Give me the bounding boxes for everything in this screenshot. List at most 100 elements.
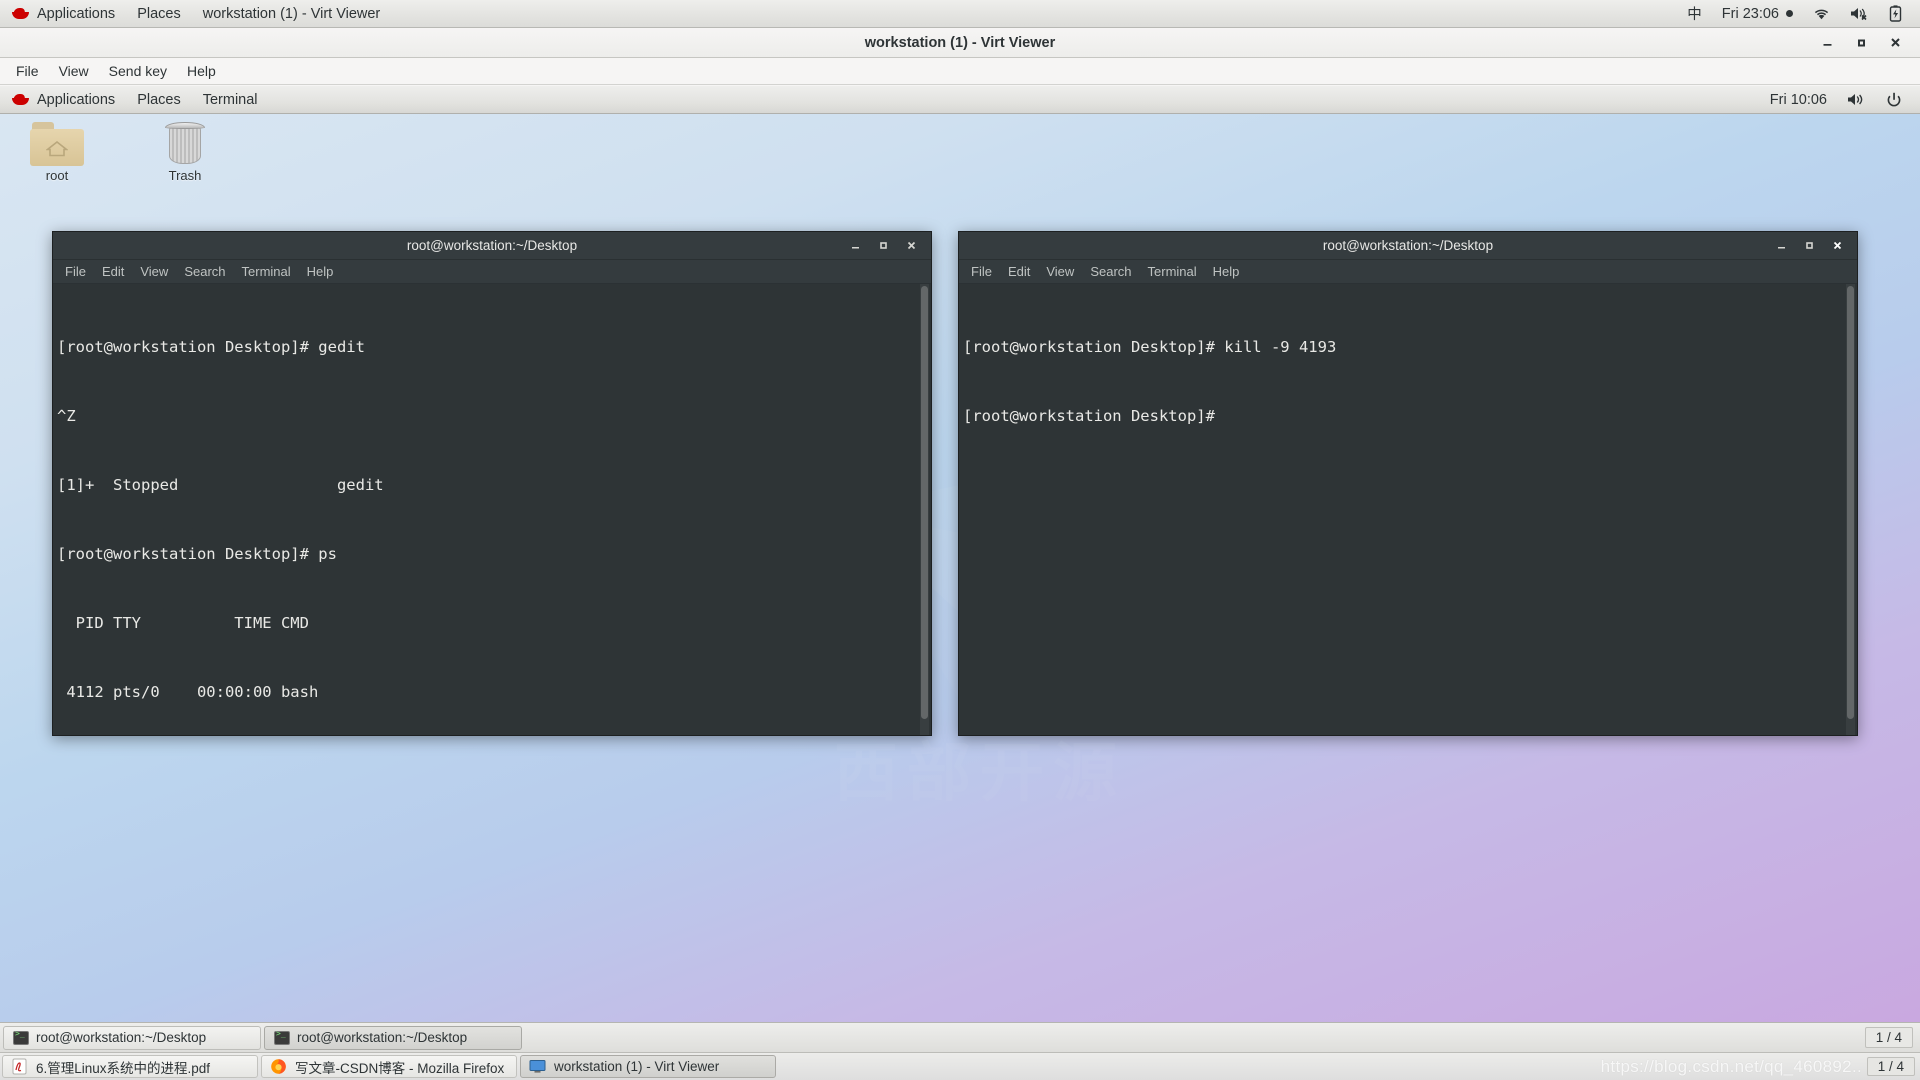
host-workspace-switcher[interactable]: 1 / 4 bbox=[1866, 1057, 1915, 1076]
guest-taskbar: root@workstation:~/Desktop root@workstat… bbox=[0, 1022, 1920, 1052]
terminal-menu-view[interactable]: View bbox=[1038, 260, 1082, 284]
guest-applications-menu[interactable]: Applications bbox=[0, 86, 126, 114]
terminal-right-scrollbar[interactable] bbox=[1846, 284, 1855, 735]
guest-top-panel: Applications Places Terminal Fri 10:06 bbox=[0, 86, 1920, 114]
terminal-left-window-controls bbox=[841, 233, 931, 259]
guest-system-tray: Fri 10:06 bbox=[1762, 86, 1920, 114]
volume-muted-icon[interactable] bbox=[1840, 0, 1879, 28]
terminal-menu-edit[interactable]: Edit bbox=[1000, 260, 1038, 284]
virt-viewer-title: workstation (1) - Virt Viewer bbox=[864, 34, 1056, 51]
host-task-label: 6.管理Linux系统中的进程.pdf bbox=[36, 1060, 211, 1076]
terminal-left-titlebar[interactable]: root@workstation:~/Desktop bbox=[53, 232, 931, 260]
input-method-label: 中 bbox=[1687, 7, 1702, 23]
vv-menu-view[interactable]: View bbox=[49, 58, 99, 85]
host-places-label: Places bbox=[137, 5, 181, 22]
terminal-menu-edit[interactable]: Edit bbox=[94, 260, 132, 284]
notification-dot-icon bbox=[1786, 10, 1793, 17]
host-task-label: 写文章-CSDN博客 - Mozilla Firefox bbox=[295, 1060, 505, 1076]
maximize-button[interactable] bbox=[1795, 233, 1823, 259]
vv-menu-file[interactable]: File bbox=[6, 58, 49, 85]
host-applications-menu[interactable]: Applications bbox=[0, 0, 126, 28]
terminal-right-menubar: File Edit View Search Terminal Help bbox=[959, 260, 1857, 284]
guest-active-app[interactable]: Terminal bbox=[192, 86, 269, 114]
maximize-button[interactable] bbox=[869, 233, 897, 259]
guest-desktop[interactable]: root Trash root@workstation:~/Desktop Fi… bbox=[0, 114, 1920, 1022]
vv-menu-send-key[interactable]: Send key bbox=[99, 58, 177, 85]
guest-screen: Applications Places Terminal Fri 10:06 r… bbox=[0, 86, 1920, 1052]
guest-task-terminal-1[interactable]: root@workstation:~/Desktop bbox=[3, 1025, 261, 1050]
terminal-left-output[interactable]: [root@workstation Desktop]# gedit ^Z [1]… bbox=[53, 284, 931, 735]
minimize-button[interactable] bbox=[1767, 233, 1795, 259]
volume-icon[interactable] bbox=[1839, 86, 1874, 114]
terminal-menu-file[interactable]: File bbox=[963, 260, 1000, 284]
host-task-pdf[interactable]: 6.管理Linux系统中的进程.pdf bbox=[2, 1055, 258, 1078]
terminal-right-window-controls bbox=[1767, 233, 1857, 259]
host-active-window-title[interactable]: workstation (1) - Virt Viewer bbox=[192, 0, 392, 28]
guest-task-terminal-2[interactable]: root@workstation:~/Desktop bbox=[264, 1025, 522, 1050]
virt-viewer-icon bbox=[529, 1058, 546, 1075]
maximize-button[interactable] bbox=[1844, 29, 1878, 57]
host-system-tray: 中 Fri 23:06 bbox=[1677, 0, 1920, 28]
close-button[interactable] bbox=[1878, 29, 1912, 57]
terminal-line: ^Z bbox=[57, 407, 76, 425]
host-taskbar: 6.管理Linux系统中的进程.pdf 写文章-CSDN博客 - Mozilla… bbox=[0, 1052, 1920, 1080]
desktop-icon-trash[interactable]: Trash bbox=[140, 122, 230, 183]
close-button[interactable] bbox=[897, 233, 925, 259]
host-task-firefox[interactable]: 写文章-CSDN博客 - Mozilla Firefox bbox=[261, 1055, 517, 1078]
guest-task-label: root@workstation:~/Desktop bbox=[297, 1030, 468, 1045]
watermark-text: 西部开源 bbox=[770, 722, 1190, 814]
virt-viewer-window: workstation (1) - Virt Viewer File View … bbox=[0, 28, 1920, 1052]
terminal-line: PID TTY TIME CMD bbox=[57, 614, 309, 632]
close-button[interactable] bbox=[1823, 233, 1851, 259]
terminal-line: [root@workstation Desktop]# bbox=[963, 407, 1215, 425]
terminal-right-output[interactable]: [root@workstation Desktop]# kill -9 4193… bbox=[959, 284, 1857, 735]
host-clock[interactable]: Fri 23:06 bbox=[1712, 0, 1803, 28]
terminal-line: [root@workstation Desktop]# ps bbox=[57, 545, 337, 563]
guest-workspace-switcher[interactable]: 1 / 4 bbox=[1864, 1027, 1913, 1048]
home-folder-icon bbox=[30, 122, 84, 166]
host-clock-label: Fri 23:06 bbox=[1721, 5, 1779, 22]
minimize-button[interactable] bbox=[1810, 29, 1844, 57]
host-task-virt-viewer[interactable]: workstation (1) - Virt Viewer bbox=[520, 1055, 776, 1078]
desktop-icon-root-label: root bbox=[45, 168, 69, 183]
terminal-menu-terminal[interactable]: Terminal bbox=[234, 260, 299, 284]
guest-clock-label: Fri 10:06 bbox=[1769, 91, 1827, 108]
terminal-line: [root@workstation Desktop]# gedit bbox=[57, 338, 365, 356]
terminal-line: 4112 pts/0 00:00:00 bash bbox=[57, 683, 319, 701]
terminal-window-right[interactable]: root@workstation:~/Desktop File Edit Vie… bbox=[958, 231, 1858, 736]
host-task-label: workstation (1) - Virt Viewer bbox=[554, 1059, 720, 1074]
terminal-left-title: root@workstation:~/Desktop bbox=[406, 238, 578, 253]
terminal-left-scrollbar[interactable] bbox=[920, 284, 929, 735]
terminal-line: [root@workstation Desktop]# kill -9 4193 bbox=[963, 338, 1337, 356]
terminal-menu-help[interactable]: Help bbox=[1205, 260, 1248, 284]
power-icon[interactable] bbox=[1878, 86, 1910, 114]
terminal-right-titlebar[interactable]: root@workstation:~/Desktop bbox=[959, 232, 1857, 260]
terminal-left-menubar: File Edit View Search Terminal Help bbox=[53, 260, 931, 284]
pdf-reader-icon bbox=[11, 1058, 28, 1075]
terminal-menu-search[interactable]: Search bbox=[1082, 260, 1139, 284]
guest-task-label: root@workstation:~/Desktop bbox=[36, 1030, 207, 1045]
terminal-window-left[interactable]: root@workstation:~/Desktop File Edit Vie… bbox=[52, 231, 932, 736]
terminal-menu-help[interactable]: Help bbox=[299, 260, 342, 284]
terminal-icon bbox=[13, 1029, 29, 1045]
terminal-menu-view[interactable]: View bbox=[132, 260, 176, 284]
input-method-indicator[interactable]: 中 bbox=[1677, 0, 1712, 28]
guest-clock[interactable]: Fri 10:06 bbox=[1762, 86, 1835, 114]
host-applications-label: Applications bbox=[37, 5, 116, 22]
terminal-icon bbox=[274, 1029, 290, 1045]
desktop-icon-root[interactable]: root bbox=[12, 122, 102, 183]
terminal-menu-search[interactable]: Search bbox=[176, 260, 233, 284]
wifi-icon[interactable] bbox=[1803, 0, 1840, 28]
guest-applications-label: Applications bbox=[37, 91, 116, 108]
terminal-menu-terminal[interactable]: Terminal bbox=[1140, 260, 1205, 284]
battery-charging-icon[interactable] bbox=[1879, 0, 1912, 28]
host-places-menu[interactable]: Places bbox=[126, 0, 192, 28]
desktop-icon-trash-label: Trash bbox=[168, 168, 202, 183]
red-hat-logo-icon bbox=[11, 7, 30, 20]
virt-viewer-titlebar[interactable]: workstation (1) - Virt Viewer bbox=[0, 28, 1920, 58]
guest-places-menu[interactable]: Places bbox=[126, 86, 192, 114]
vv-menu-help[interactable]: Help bbox=[177, 58, 226, 85]
terminal-menu-file[interactable]: File bbox=[57, 260, 94, 284]
virt-viewer-menubar: File View Send key Help bbox=[0, 58, 1920, 85]
minimize-button[interactable] bbox=[841, 233, 869, 259]
